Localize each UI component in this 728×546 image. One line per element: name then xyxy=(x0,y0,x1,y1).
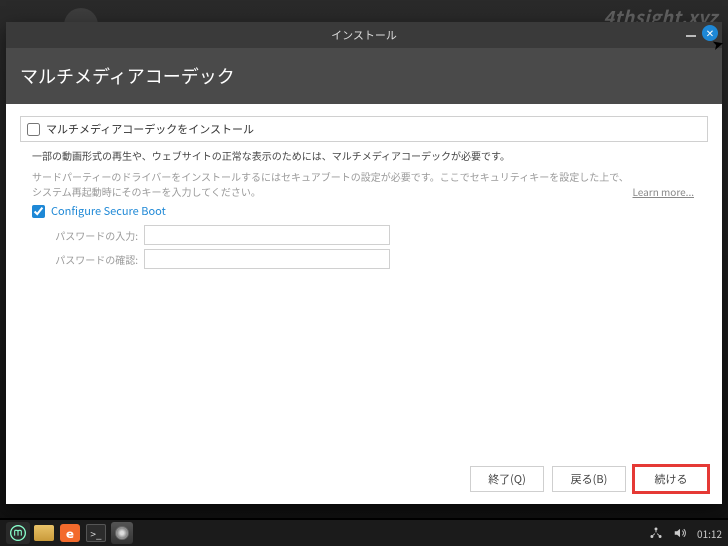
learn-more-link[interactable]: Learn more... xyxy=(633,184,695,199)
menu-button[interactable] xyxy=(6,522,30,544)
codec-description: 一部の動画形式の再生や、ウェブサイトの正常な表示のためには、マルチメディアコーデ… xyxy=(32,148,708,163)
button-row: 終了(Q) 戻る(B) 続ける xyxy=(470,466,708,492)
quit-button[interactable]: 終了(Q) xyxy=(470,466,544,492)
network-icon[interactable] xyxy=(649,526,663,540)
taskbar-files[interactable] xyxy=(32,522,56,544)
confirm-password-label: パスワードの確認: xyxy=(42,252,138,267)
taskbar-installer[interactable] xyxy=(110,522,134,544)
window-title: インストール xyxy=(331,27,397,43)
installer-window: インストール ✕ ➤ マルチメディアコーデック マルチメディアコーデックをインス… xyxy=(6,22,722,504)
page-header: マルチメディアコーデック xyxy=(6,48,722,104)
password-input[interactable] xyxy=(144,225,390,245)
taskbar-left: 𝗲 >_ xyxy=(6,522,134,544)
clock[interactable]: 01:12 xyxy=(697,526,722,541)
codec-option-row[interactable]: マルチメディアコーデックをインストール xyxy=(20,116,708,142)
secure-boot-description: サードパーティーのドライバーをインストールするにはセキュアブートの設定が必要です… xyxy=(32,169,708,199)
volume-icon[interactable] xyxy=(673,526,687,540)
disc-icon xyxy=(111,522,133,544)
taskbar-right: 01:12 xyxy=(649,526,722,541)
files-icon xyxy=(34,525,54,541)
secure-boot-checkbox[interactable] xyxy=(32,205,45,218)
back-button[interactable]: 戻る(B) xyxy=(552,466,626,492)
taskbar-firefox[interactable]: 𝗲 xyxy=(58,522,82,544)
window-controls: ✕ xyxy=(686,25,718,41)
content-area: マルチメディアコーデックをインストール 一部の動画形式の再生や、ウェブサイトの正… xyxy=(6,104,722,504)
terminal-icon: >_ xyxy=(86,524,106,542)
minimize-button[interactable] xyxy=(686,35,696,37)
password-label: パスワードの入力: xyxy=(42,228,138,243)
taskbar-terminal[interactable]: >_ xyxy=(84,522,108,544)
mint-logo-icon xyxy=(10,525,26,541)
confirm-password-input[interactable] xyxy=(144,249,390,269)
firefox-icon: 𝗲 xyxy=(60,524,80,542)
codec-checkbox[interactable] xyxy=(27,123,40,136)
secure-boot-row[interactable]: Configure Secure Boot xyxy=(32,203,708,219)
taskbar: 𝗲 >_ 01:12 xyxy=(0,518,728,546)
password-row: パスワードの入力: xyxy=(42,225,708,245)
confirm-password-row: パスワードの確認: xyxy=(42,249,708,269)
secure-boot-label: Configure Secure Boot xyxy=(51,203,166,219)
codec-checkbox-label: マルチメディアコーデックをインストール xyxy=(46,121,254,137)
titlebar: インストール ✕ ➤ xyxy=(6,22,722,48)
continue-button[interactable]: 続ける xyxy=(634,466,708,492)
page-title: マルチメディアコーデック xyxy=(20,63,235,89)
close-button[interactable]: ✕ xyxy=(702,25,718,41)
secure-boot-description-text: サードパーティーのドライバーをインストールするにはセキュアブートの設定が必要です… xyxy=(32,169,629,199)
